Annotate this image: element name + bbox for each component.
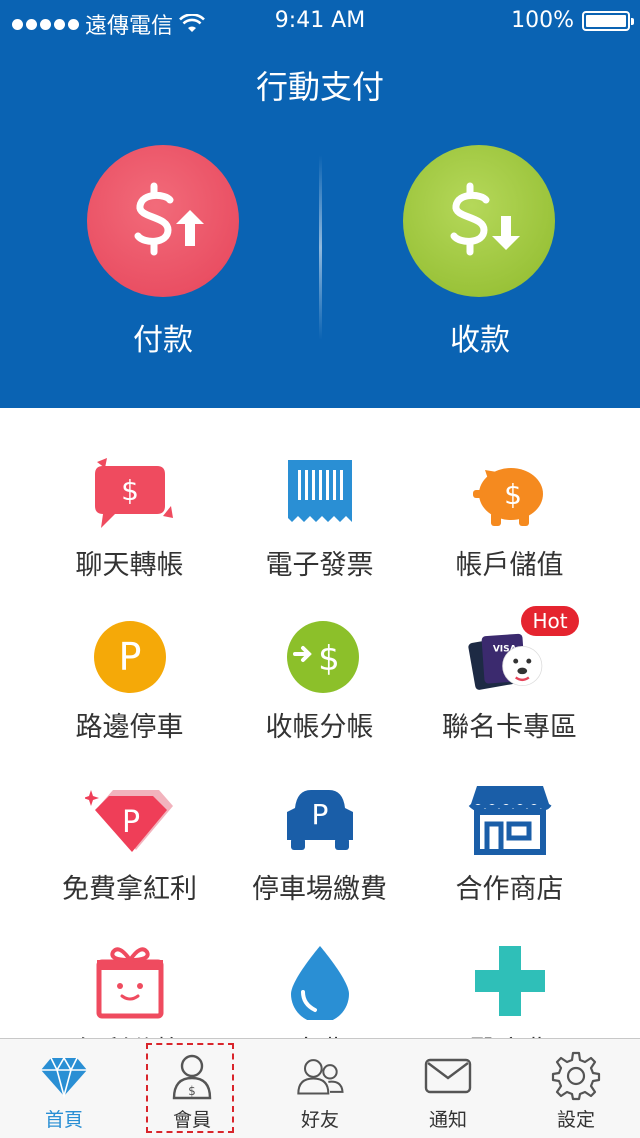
- battery-icon: [582, 10, 634, 31]
- service-label: 紅利兌換: [23, 1029, 236, 1038]
- dollar-down-icon: [450, 182, 520, 256]
- svg-text:P: P: [121, 805, 139, 840]
- pay-button[interactable]: [87, 145, 239, 297]
- diamond-icon: [39, 1051, 89, 1101]
- water-drop-icon: [275, 942, 365, 1020]
- service-chat-transfer[interactable]: $ 聊天轉帳: [23, 408, 236, 581]
- bonus-diamond-icon: P: [84, 780, 175, 858]
- service-free-bonus[interactable]: P 免費拿紅利: [23, 732, 236, 905]
- member-tab-highlight: [146, 1043, 234, 1133]
- service-parking-lot[interactable]: P 停車場繳費: [213, 732, 426, 905]
- tab-settings[interactable]: 設定: [512, 1039, 640, 1138]
- hot-badge: Hot: [521, 606, 579, 636]
- service-partner-store[interactable]: 合作商店: [403, 732, 616, 905]
- service-label: 水費: [213, 1029, 426, 1038]
- service-e-invoice[interactable]: 電子發票: [213, 408, 426, 581]
- svg-text:P: P: [311, 798, 328, 831]
- payment-header: 遠傳電信 9:41 AM 100% 行動支付 付款 收款: [0, 0, 640, 408]
- parking-coin-icon: P: [85, 618, 175, 696]
- page-title: 行動支付: [255, 68, 384, 106]
- tab-notifications[interactable]: 通知: [384, 1039, 512, 1138]
- service-top-up[interactable]: $ 帳戶儲值: [403, 408, 616, 581]
- tab-bar: 首頁 $ 會員 好友 通知 設定: [0, 1038, 640, 1138]
- medical-cross-icon: [465, 942, 555, 1020]
- tab-label: 好友: [300, 1109, 339, 1131]
- store-icon: [465, 780, 555, 858]
- tab-friends[interactable]: 好友: [256, 1039, 384, 1138]
- piggy-bank-icon: $: [465, 456, 555, 534]
- service-water-bill[interactable]: 水費: [213, 894, 426, 1038]
- tab-home[interactable]: 首頁: [0, 1039, 128, 1138]
- battery-percent: 100%: [511, 8, 574, 33]
- tab-label: 首頁: [44, 1109, 83, 1131]
- receive-button[interactable]: [403, 145, 555, 297]
- service-bonus-redeem[interactable]: 紅利兌換: [23, 894, 236, 1038]
- dollar-up-icon: [134, 182, 204, 256]
- service-street-parking[interactable]: P 路邊停車: [23, 570, 236, 743]
- svg-text:P: P: [118, 635, 141, 679]
- receive-label: 收款: [450, 323, 510, 358]
- service-co-brand-card[interactable]: VISA Hot 聯名卡專區: [403, 570, 616, 743]
- pay-label: 付款: [133, 323, 193, 358]
- service-label: 醫療費: [403, 1029, 616, 1038]
- service-split-bill[interactable]: $ 收帳分帳: [213, 570, 426, 743]
- mail-icon: [423, 1051, 473, 1101]
- tab-label: 通知: [428, 1109, 467, 1131]
- divider: [319, 155, 322, 340]
- svg-text:$: $: [121, 474, 139, 507]
- gift-icon: [85, 942, 175, 1020]
- friends-icon: [295, 1051, 345, 1101]
- service-medical-fee[interactable]: 醫療費: [403, 894, 616, 1038]
- tab-label: 設定: [556, 1109, 595, 1131]
- status-bar: 遠傳電信 9:41 AM 100%: [0, 0, 640, 44]
- service-grid: $ 聊天轉帳 電子發票 $ 帳戶儲值 P 路邊停車 $ 收帳分帳 VISA Ho…: [0, 408, 640, 1038]
- svg-text:$: $: [504, 478, 522, 511]
- chat-transfer-icon: $: [85, 456, 175, 534]
- split-bill-icon: $: [275, 618, 365, 696]
- svg-text:$: $: [318, 639, 340, 679]
- parking-car-icon: P: [275, 780, 365, 858]
- receipt-icon: [275, 456, 365, 534]
- gear-icon: [551, 1051, 601, 1101]
